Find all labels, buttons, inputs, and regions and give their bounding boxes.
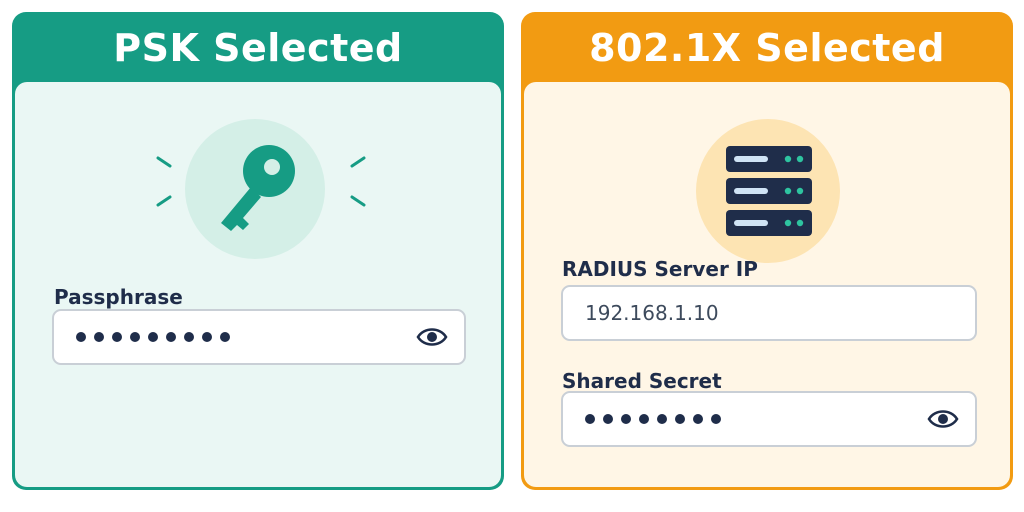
dot1x-card: 802.1X Selected RADIUS Server IP 192.168… <box>521 12 1013 490</box>
dot1x-card-body: RADIUS Server IP 192.168.1.10 Shared Sec… <box>524 82 1010 487</box>
passphrase-label: Passphrase <box>54 285 183 309</box>
radius-ip-value: 192.168.1.10 <box>585 301 719 325</box>
shared-secret-masked-value <box>585 414 721 424</box>
server-icon <box>726 146 812 236</box>
key-icon-circle <box>185 119 325 259</box>
server-icon-circle <box>696 119 840 263</box>
eye-icon[interactable] <box>416 323 448 351</box>
psk-card-body: Passphrase <box>15 82 501 487</box>
eye-icon[interactable] <box>927 405 959 433</box>
psk-card: PSK Selected Passphrase <box>12 12 504 490</box>
passphrase-masked-value <box>76 332 230 342</box>
psk-card-title: PSK Selected <box>113 26 403 70</box>
key-icon <box>221 145 295 231</box>
radius-ip-input[interactable]: 192.168.1.10 <box>561 285 977 341</box>
shared-secret-label: Shared Secret <box>562 369 722 393</box>
radius-ip-label: RADIUS Server IP <box>562 257 758 281</box>
shared-secret-input[interactable] <box>561 391 977 447</box>
dot1x-card-title: 802.1X Selected <box>589 26 945 70</box>
passphrase-input[interactable] <box>52 309 466 365</box>
